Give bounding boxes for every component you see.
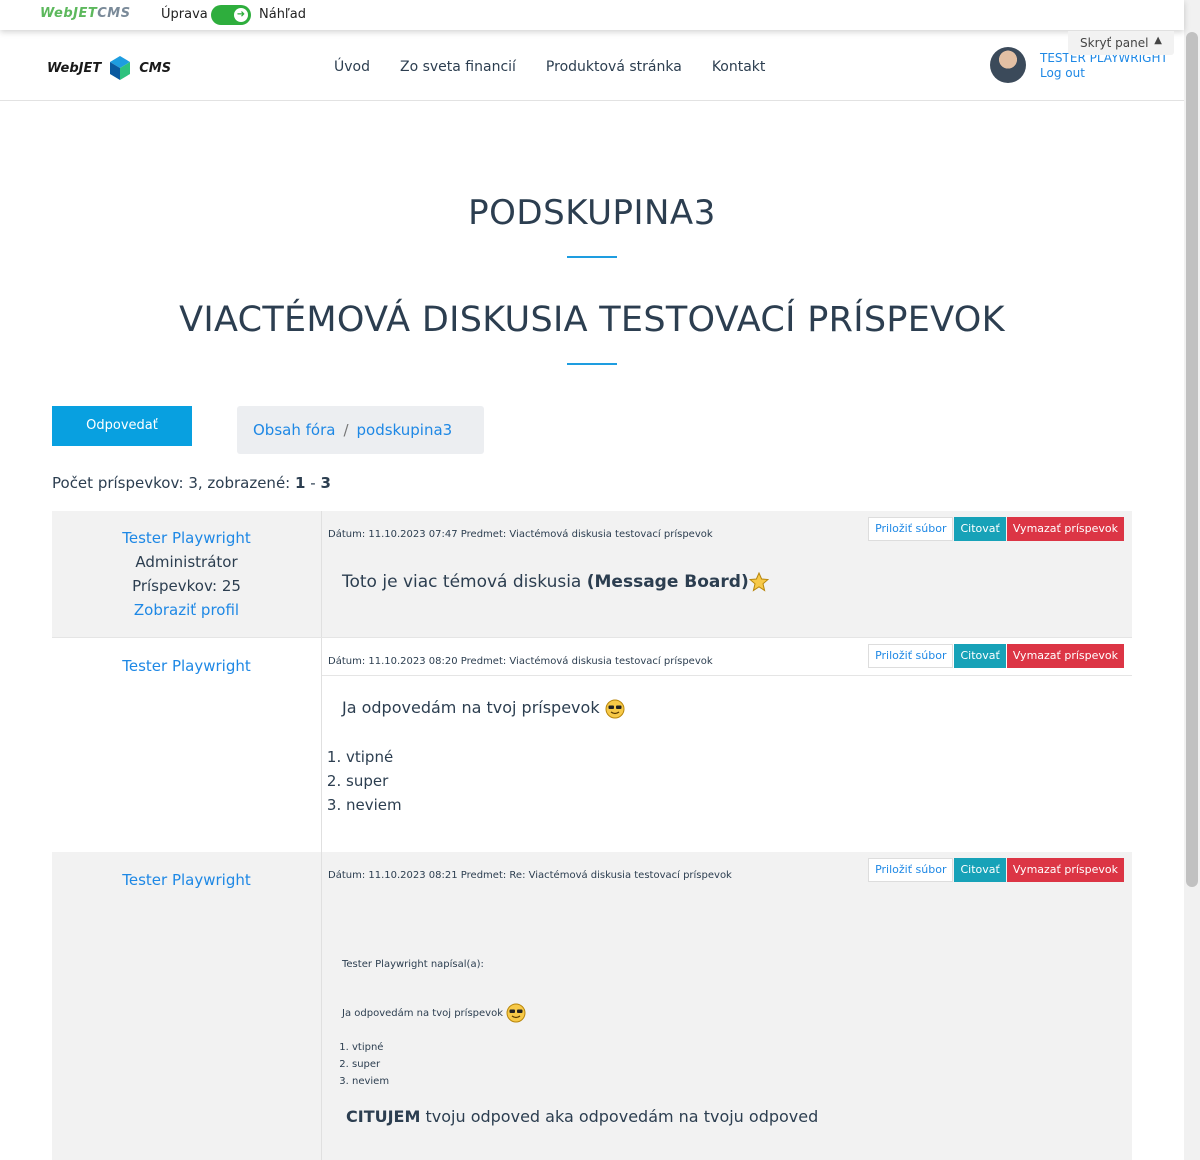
mode-edit-label[interactable]: Úprava xyxy=(161,7,208,22)
post-meta: Dátum: 11.10.2023 08:21 Predmet: Re: Via… xyxy=(328,870,732,881)
nav-produktova-stranka[interactable]: Produktová stránka xyxy=(546,59,682,75)
post-text: Ja odpovedám na tvoj príspevok xyxy=(342,698,625,719)
post-list: vtipné super neviem xyxy=(346,745,402,817)
author-name-link[interactable]: Tester Playwright xyxy=(122,529,251,547)
view-profile-link[interactable]: Zobraziť profil xyxy=(134,601,239,619)
chevron-up-icon: ▲ xyxy=(1154,35,1162,46)
post-text-content: Ja odpovedám na tvoj príspevok xyxy=(342,698,600,717)
forum-post: Tester Playwright Dátum: 11.10.2023 08:2… xyxy=(52,637,1132,852)
list-item: super xyxy=(352,1056,389,1073)
breadcrumb: Obsah fóra / podskupina3 xyxy=(237,406,484,454)
breadcrumb-forum-content[interactable]: Obsah fóra xyxy=(253,421,335,439)
reply-text: CITUJEM tvoju odpoved aka odpovedám na t… xyxy=(346,1107,818,1126)
post-actions: Priložiť súbor Citovať Vymazať príspevok xyxy=(868,858,1124,882)
site-logo[interactable]: WebJET CMS xyxy=(47,55,171,81)
site-logo-text-b: CMS xyxy=(139,60,172,76)
breadcrumb-separator: / xyxy=(343,421,349,439)
post-body: Dátum: 11.10.2023 08:20 Predmet: Viactém… xyxy=(321,638,1132,852)
site-logo-text-a: WebJET xyxy=(47,60,102,76)
list-item: vtipné xyxy=(346,745,402,769)
post-author-panel: Tester Playwright Administrátor Príspevk… xyxy=(52,526,321,622)
cool-sunglasses-emoji-icon xyxy=(605,699,625,718)
quote-button[interactable]: Citovať xyxy=(954,517,1006,541)
list-item: vtipné xyxy=(352,1039,389,1056)
scrollbar-thumb[interactable] xyxy=(1186,32,1198,887)
post-author-panel: Tester Playwright xyxy=(52,654,321,678)
site-header: WebJET CMS Úvod Zo sveta financií Produk… xyxy=(0,30,1184,101)
logo-text-b: CMS xyxy=(97,6,131,21)
quote-list: vtipné super neviem xyxy=(352,1039,389,1090)
hide-panel-label: Skryť panel xyxy=(1080,36,1149,50)
list-item: super xyxy=(346,769,402,793)
post-header-divider xyxy=(322,675,1132,676)
delete-post-button[interactable]: Vymazať príspevok xyxy=(1006,858,1124,882)
logout-link[interactable]: Log out xyxy=(1040,66,1085,80)
page-title: PODSKUPINA3 xyxy=(468,193,716,233)
topic-title: VIACTÉMOVÁ DISKUSIA TESTOVACÍ PRÍSPEVOK xyxy=(179,300,1005,340)
cube-logo-icon xyxy=(110,56,131,80)
forum-post: Tester Playwright Administrátor Príspevk… xyxy=(52,511,1132,637)
hide-panel-button[interactable]: Skryť panel ▲ xyxy=(1068,31,1174,55)
quote-button[interactable]: Citovať xyxy=(954,858,1006,882)
post-body: Dátum: 11.10.2023 07:47 Predmet: Viactém… xyxy=(321,511,1132,637)
list-item: neviem xyxy=(352,1073,389,1090)
author-role: Administrátor xyxy=(135,553,238,571)
post-actions: Priložiť súbor Citovať Vymazať príspevok xyxy=(868,644,1124,668)
post-body: Dátum: 11.10.2023 08:21 Predmet: Re: Via… xyxy=(321,852,1132,1160)
delete-post-button[interactable]: Vymazať príspevok xyxy=(1006,517,1124,541)
author-post-count: Príspevkov: 25 xyxy=(132,577,241,595)
avatar[interactable] xyxy=(990,47,1026,83)
post-count: Počet príspevkov: 3, zobrazené: 1 - 3 xyxy=(52,474,331,492)
post-meta: Dátum: 11.10.2023 07:47 Predmet: Viactém… xyxy=(328,529,713,540)
quote-header: Tester Playwright napísal(a): xyxy=(342,959,484,970)
cool-sunglasses-emoji-icon xyxy=(506,1003,526,1023)
title-underline xyxy=(567,256,617,258)
quote-text-content: Ja odpovedám na tvoj príspevok xyxy=(342,1008,503,1019)
post-meta: Dátum: 11.10.2023 08:20 Predmet: Viactém… xyxy=(328,656,713,667)
reply-text-content: tvoju odpoved aka odpovedám na tvoju odp… xyxy=(425,1107,819,1126)
post-count-to: 3 xyxy=(320,474,331,492)
post-count-from: 1 xyxy=(295,474,306,492)
edit-preview-toggle[interactable]: ➜ xyxy=(211,5,251,25)
delete-post-button[interactable]: Vymazať príspevok xyxy=(1006,644,1124,668)
post-text: Toto je viac témová diskusia (Message Bo… xyxy=(342,572,769,592)
quote-text: Ja odpovedám na tvoj príspevok xyxy=(342,1003,526,1023)
arrow-right-icon: ➜ xyxy=(234,8,248,22)
post-text-bold: (Message Board) xyxy=(586,572,749,592)
nav-zo-sveta-financii[interactable]: Zo sveta financií xyxy=(400,59,516,75)
attach-file-button[interactable]: Priložiť súbor xyxy=(868,517,954,541)
webjet-toolbar-logo[interactable]: WebJETCMS xyxy=(40,6,131,21)
post-count-dash: - xyxy=(310,474,316,492)
mode-preview-label[interactable]: Náhľad xyxy=(259,7,306,22)
post-count-label: Počet príspevkov: 3, zobrazené: xyxy=(52,474,291,492)
post-actions: Priložiť súbor Citovať Vymazať príspevok xyxy=(868,517,1124,541)
attach-file-button[interactable]: Priložiť súbor xyxy=(868,644,954,668)
breadcrumb-subgroup[interactable]: podskupina3 xyxy=(357,421,453,439)
edit-toolbar: WebJETCMS Úprava ➜ Náhľad xyxy=(0,0,1184,30)
forum-post: Tester Playwright Dátum: 11.10.2023 08:2… xyxy=(52,852,1132,1160)
page-scrollbar[interactable] xyxy=(1184,0,1200,1160)
quote-button[interactable]: Citovať xyxy=(954,644,1006,668)
main-nav: Úvod Zo sveta financií Produktová stránk… xyxy=(334,59,795,75)
topic-underline xyxy=(567,363,617,365)
post-author-panel: Tester Playwright xyxy=(52,868,321,892)
nav-kontakt[interactable]: Kontakt xyxy=(712,59,766,75)
author-name-link[interactable]: Tester Playwright xyxy=(122,871,251,889)
attach-file-button[interactable]: Priložiť súbor xyxy=(868,858,954,882)
reply-text-bold: CITUJEM xyxy=(346,1107,421,1126)
post-text-content: Toto je viac témová diskusia xyxy=(342,572,582,592)
star-emoji-icon xyxy=(748,572,769,592)
author-name-link[interactable]: Tester Playwright xyxy=(122,657,251,675)
logo-text-a: WebJET xyxy=(40,6,98,21)
reply-button[interactable]: Odpovedať xyxy=(52,406,192,446)
nav-uvod[interactable]: Úvod xyxy=(334,59,370,75)
list-item: neviem xyxy=(346,793,402,817)
